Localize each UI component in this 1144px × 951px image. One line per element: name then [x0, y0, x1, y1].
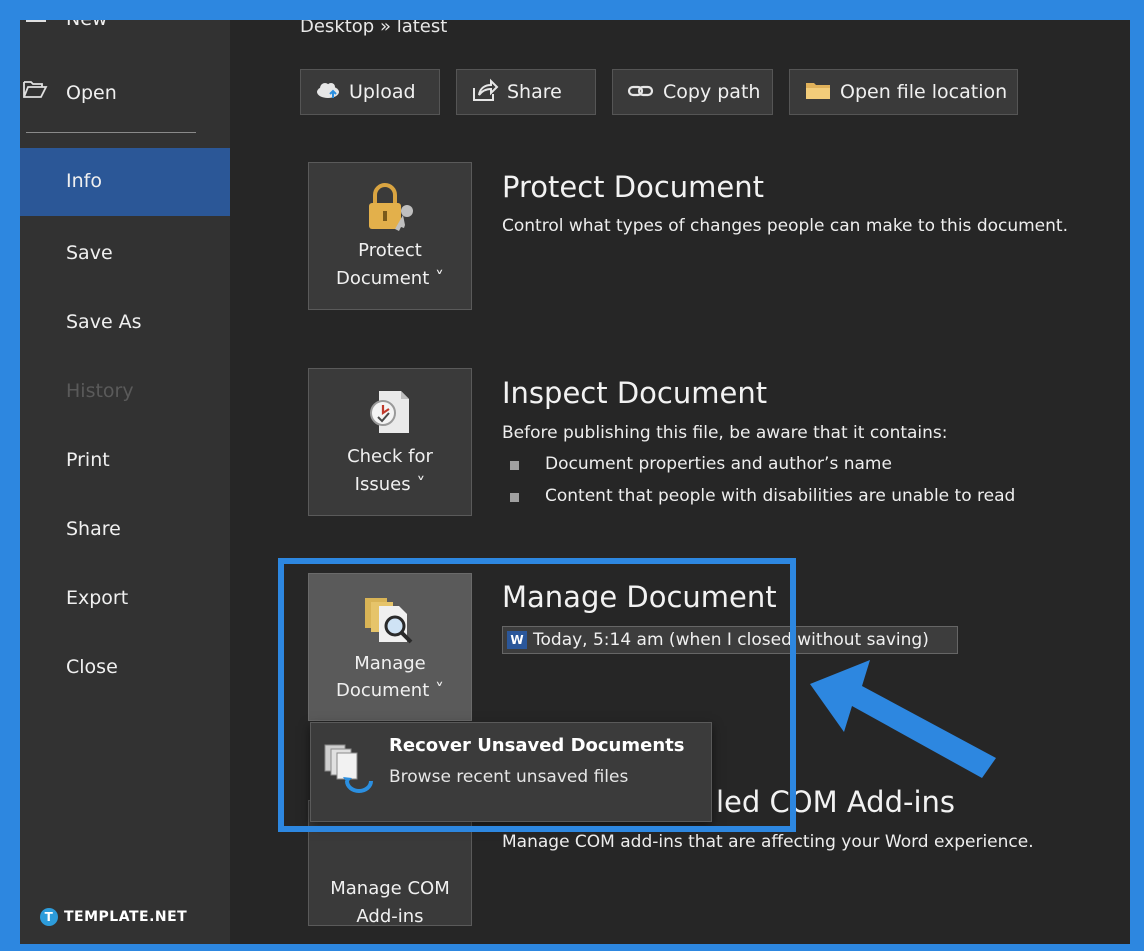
open-file-location-button[interactable]: Open file location: [789, 69, 1018, 115]
protect-document-label-line1: Protect: [358, 240, 422, 261]
sidebar-item-info[interactable]: Info: [20, 148, 230, 216]
sidebar-item-share[interactable]: Share: [20, 514, 230, 550]
folder-icon: [804, 79, 832, 106]
check-for-issues-button[interactable]: Check for Issues ˅: [308, 368, 472, 516]
sidebar-item-label: New: [66, 20, 107, 30]
inspect-bullet-text: Content that people with disabilities ar…: [545, 486, 1016, 506]
breadcrumb: Desktop » latest: [300, 20, 448, 37]
sidebar-item-label: Save: [66, 242, 113, 264]
copy-path-button[interactable]: Copy path: [612, 69, 773, 115]
com-addins-description: Manage COM add-ins that are affecting yo…: [502, 832, 1034, 852]
sidebar-item-label: Close: [66, 656, 118, 678]
new-document-icon: [26, 20, 46, 22]
annotation-highlight-box: [278, 558, 796, 832]
sidebar-item-label: Open: [66, 82, 117, 104]
sidebar-item-label: Info: [66, 170, 102, 192]
inspect-document-title: Inspect Document: [502, 376, 768, 410]
cloud-upload-icon: [315, 80, 341, 104]
sidebar-item-save-as[interactable]: Save As: [20, 307, 230, 343]
sidebar-item-open[interactable]: Open: [20, 76, 230, 112]
inspect-document-description: Before publishing this file, be aware th…: [502, 423, 948, 443]
sidebar-divider: [26, 132, 196, 133]
annotation-arrow-icon: [810, 660, 996, 778]
bullet-square-icon: [510, 493, 519, 502]
manage-com-label-line1: Manage COM: [330, 878, 450, 899]
open-file-location-label: Open file location: [840, 81, 1008, 103]
watermark-logo-icon: T: [40, 908, 58, 926]
protect-document-label-line2: Document ˅: [336, 268, 444, 289]
upload-button[interactable]: Upload: [300, 69, 440, 115]
check-for-issues-label-line1: Check for: [347, 446, 433, 467]
template-net-watermark: T TEMPLATE.NET: [40, 908, 187, 926]
copy-path-label: Copy path: [663, 81, 761, 103]
upload-label: Upload: [349, 81, 416, 103]
check-for-issues-label-line2: Issues ˅: [354, 474, 426, 495]
manage-com-label-line2: Add-ins: [356, 906, 424, 927]
share-label: Share: [507, 81, 562, 103]
lock-key-icon: [361, 179, 421, 240]
protect-document-button[interactable]: Protect Document ˅: [308, 162, 472, 310]
sidebar-item-label: History: [66, 380, 134, 402]
inspect-bullet-text: Document properties and author’s name: [545, 454, 892, 474]
sidebar-item-export[interactable]: Export: [20, 583, 230, 619]
protect-document-title: Protect Document: [502, 170, 764, 204]
protect-document-description: Control what types of changes people can…: [502, 216, 1068, 236]
backstage-sidebar: New Open Info Save Save As History: [20, 20, 230, 944]
link-icon: [627, 80, 655, 104]
frame-border: New Open Info Save Save As History: [0, 0, 1144, 951]
sidebar-item-new[interactable]: New: [20, 20, 230, 38]
share-button[interactable]: Share: [456, 69, 596, 115]
word-backstage-screen: New Open Info Save Save As History: [20, 20, 1130, 944]
sidebar-item-label: Print: [66, 449, 110, 471]
sidebar-item-close[interactable]: Close: [20, 652, 230, 688]
watermark-text: TEMPLATE.NET: [64, 909, 188, 925]
bullet-square-icon: [510, 461, 519, 470]
sidebar-item-save[interactable]: Save: [20, 238, 230, 274]
sidebar-item-label: Export: [66, 587, 129, 609]
sidebar-item-print[interactable]: Print: [20, 445, 230, 481]
sidebar-item-history: History: [20, 376, 230, 412]
folder-open-icon: [22, 78, 48, 106]
sidebar-item-label: Save As: [66, 311, 142, 333]
share-icon: [471, 78, 499, 107]
sidebar-item-label: Share: [66, 518, 121, 540]
inspect-document-icon: [365, 387, 417, 444]
